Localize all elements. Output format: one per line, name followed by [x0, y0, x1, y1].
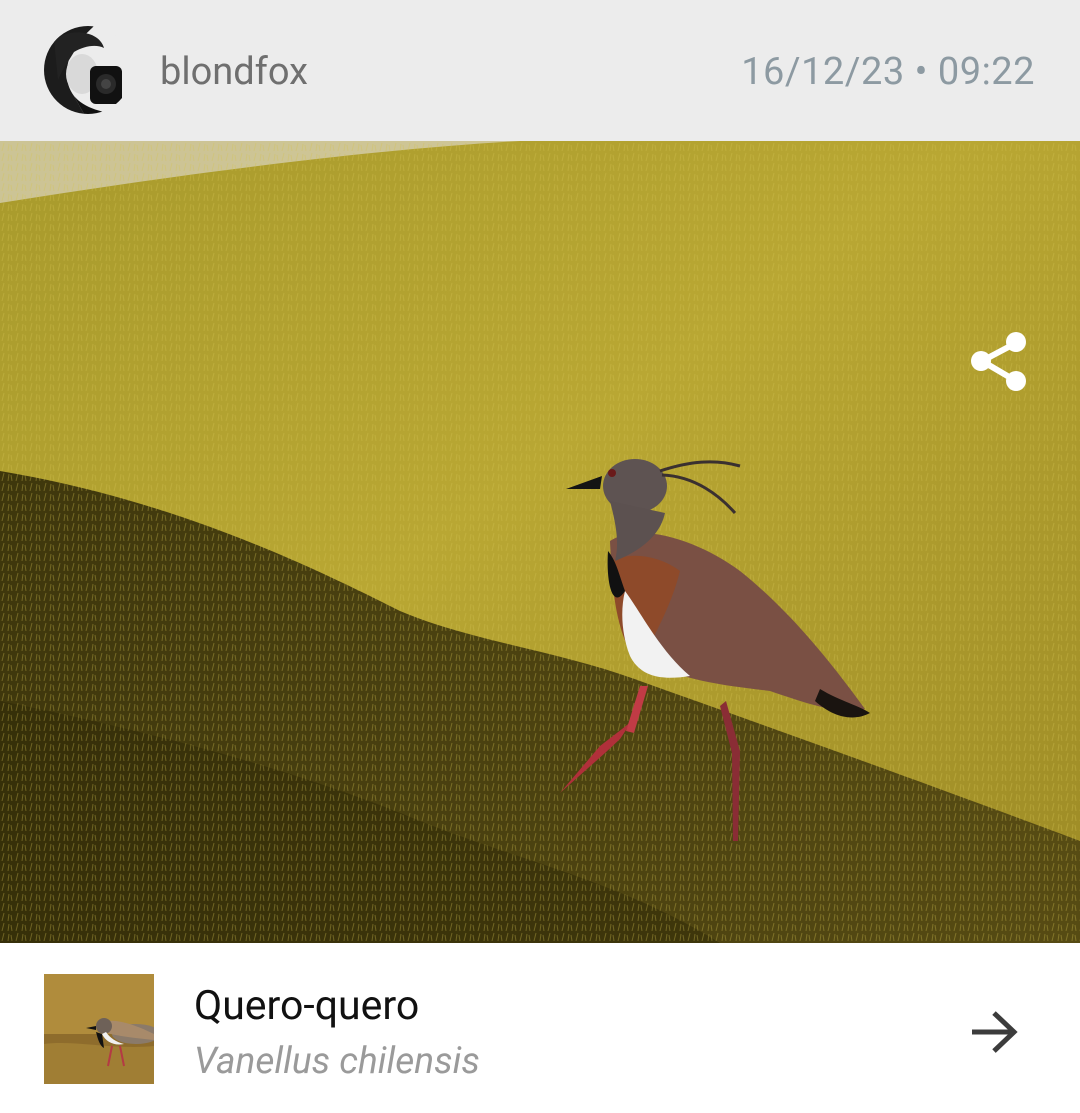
photo-image — [0, 141, 1080, 943]
species-info[interactable]: Quero-quero Vanellus chilensis — [0, 943, 1080, 1113]
username[interactable]: blondfox — [160, 48, 308, 96]
post-header: blondfox 16/12/23 • 09:22 — [0, 0, 1080, 141]
species-scientific-name: Vanellus chilensis — [194, 1040, 480, 1083]
arrow-right-icon — [972, 1011, 1018, 1053]
open-species-button[interactable] — [960, 998, 1028, 1066]
species-common-name[interactable]: Quero-quero — [194, 981, 419, 1031]
share-button[interactable] — [962, 325, 1034, 397]
species-thumbnail[interactable] — [44, 974, 154, 1084]
post-timestamp: 16/12/23 • 09:22 — [741, 50, 1035, 94]
share-icon — [971, 332, 1026, 391]
avatar[interactable] — [44, 26, 132, 114]
bird-photo[interactable] — [0, 141, 1080, 943]
